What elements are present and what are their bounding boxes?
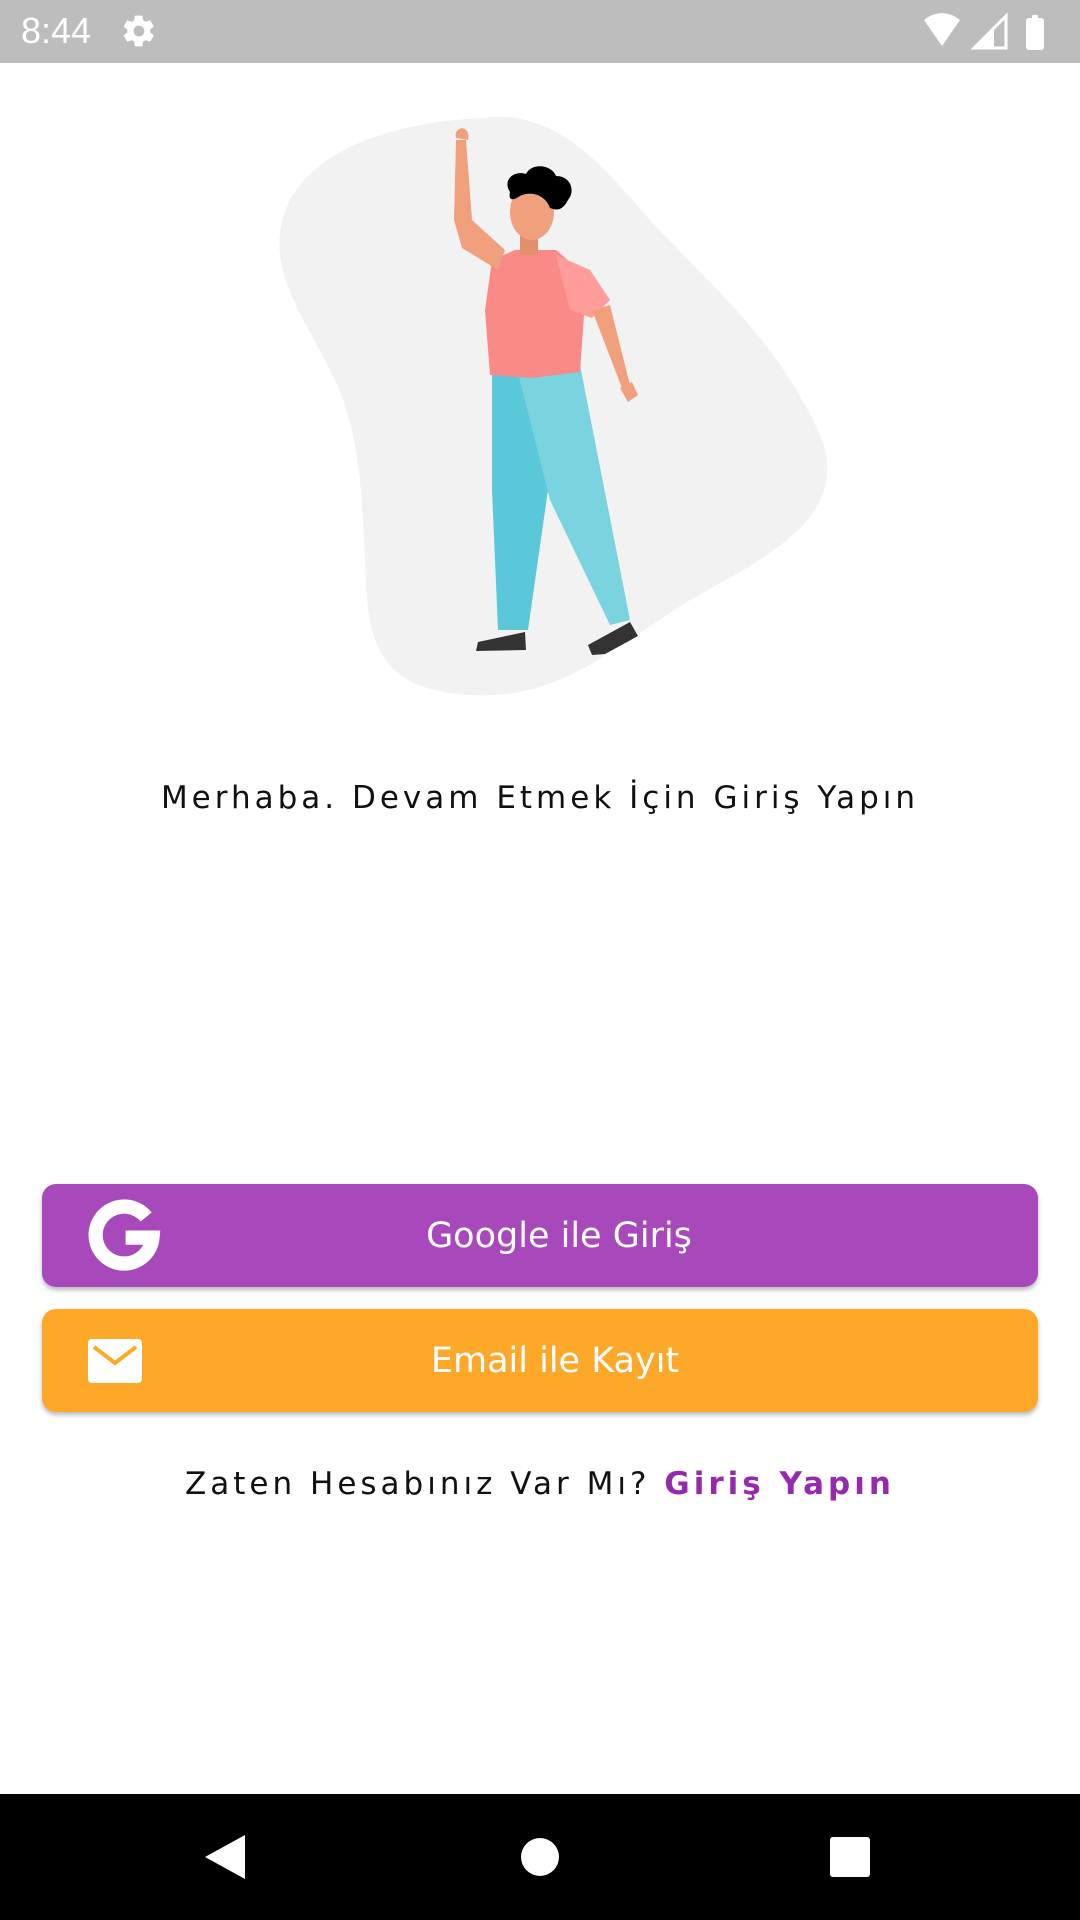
login-prompt-row: Zaten Hesabınız Var Mı? Giriş Yapın [0,1466,1080,1502]
recents-button[interactable] [780,1794,920,1920]
back-button[interactable] [155,1794,295,1920]
battery-icon [1026,15,1044,50]
google-login-label: Google ile Giriş [426,1215,692,1256]
mail-icon [88,1338,142,1383]
status-bar: 8:44 [0,0,1080,63]
home-icon [521,1838,559,1876]
login-screen: 8:44 Merhaba. Devam Etmek İçin Giriş Yap… [0,0,1080,1920]
status-time: 8:44 [21,10,92,51]
status-icons [924,12,1044,50]
settings-icon [123,15,154,47]
email-signup-label: Email ile Kayıt [430,1340,680,1381]
signal-icon [970,12,1008,50]
welcome-text: Merhaba. Devam Etmek İçin Giriş Yapın [160,780,920,816]
navigation-bar [0,1794,1080,1920]
back-icon [205,1835,245,1879]
waving-person-illustration [279,116,828,696]
login-link[interactable]: Giriş Yapın [664,1466,895,1502]
recents-icon [830,1837,870,1877]
home-button[interactable] [470,1794,610,1920]
google-login-button[interactable]: Google ile Giriş [42,1184,1038,1287]
wifi-icon [924,13,960,46]
google-icon [88,1198,161,1271]
email-signup-button[interactable]: Email ile Kayıt [42,1309,1038,1412]
login-prompt-text: Zaten Hesabınız Var Mı? [185,1466,651,1502]
